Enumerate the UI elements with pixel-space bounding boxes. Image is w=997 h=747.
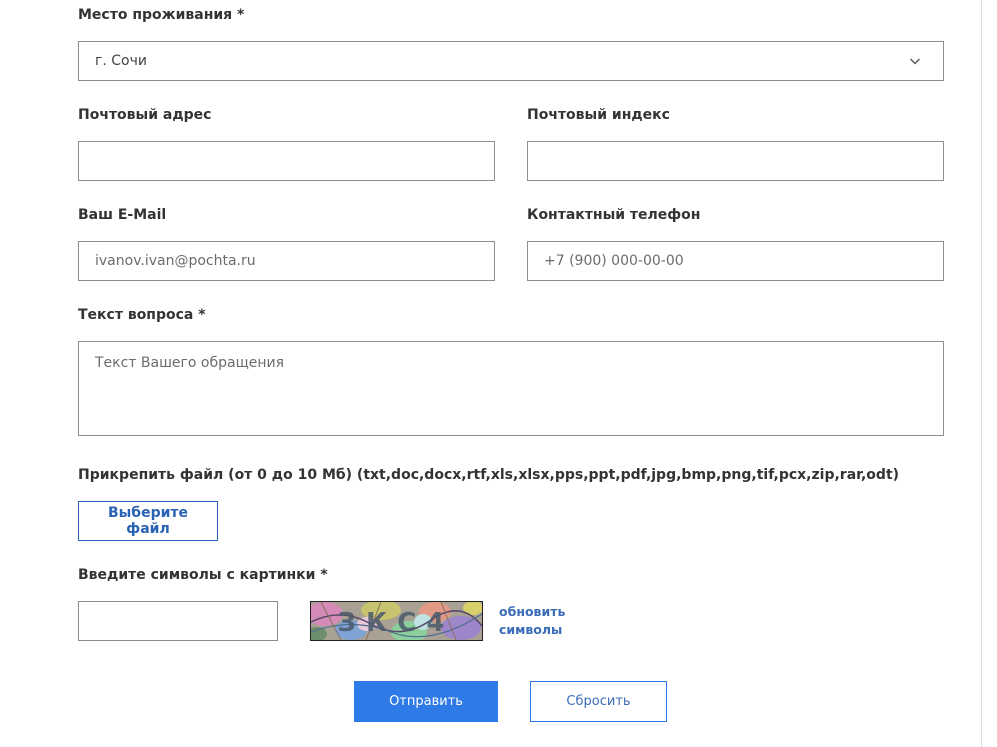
email-label: Ваш E-Mail [78, 207, 167, 223]
residence-select[interactable]: г. Сочи [78, 41, 944, 81]
reset-button[interactable]: Сбросить [530, 681, 667, 722]
attachment-label: Прикрепить файл (от 0 до 10 Мб) (txt,doc… [78, 467, 900, 483]
postal-address-input[interactable] [78, 141, 495, 181]
postal-address-label: Почтовый адрес [78, 107, 212, 123]
refresh-captcha-link-line1: обновить [499, 604, 566, 619]
email-field[interactable] [78, 241, 495, 281]
residence-selected-value: г. Сочи [95, 53, 147, 69]
postal-index-label: Почтовый индекс [527, 107, 670, 123]
choose-file-button[interactable]: Выберите файл [78, 501, 218, 541]
captcha-label: Введите символы с картинки * [78, 567, 328, 583]
submit-button[interactable]: Отправить [354, 681, 498, 722]
postal-index-input[interactable] [527, 141, 944, 181]
page-edge-divider [981, 0, 982, 747]
phone-field[interactable] [527, 241, 944, 281]
captcha-image-text: ЗКС4 [338, 608, 455, 638]
refresh-captcha-link-line2: символы [499, 622, 563, 637]
residence-label: Место проживания * [78, 7, 245, 23]
question-label: Текст вопроса * [78, 307, 206, 323]
refresh-captcha-link[interactable]: обновить символы [499, 603, 579, 639]
captcha-image: ЗКС4 [310, 601, 483, 641]
chevron-down-icon [910, 58, 920, 65]
captcha-input[interactable] [78, 601, 278, 641]
question-textarea[interactable] [78, 341, 944, 436]
phone-label: Контактный телефон [527, 207, 701, 223]
